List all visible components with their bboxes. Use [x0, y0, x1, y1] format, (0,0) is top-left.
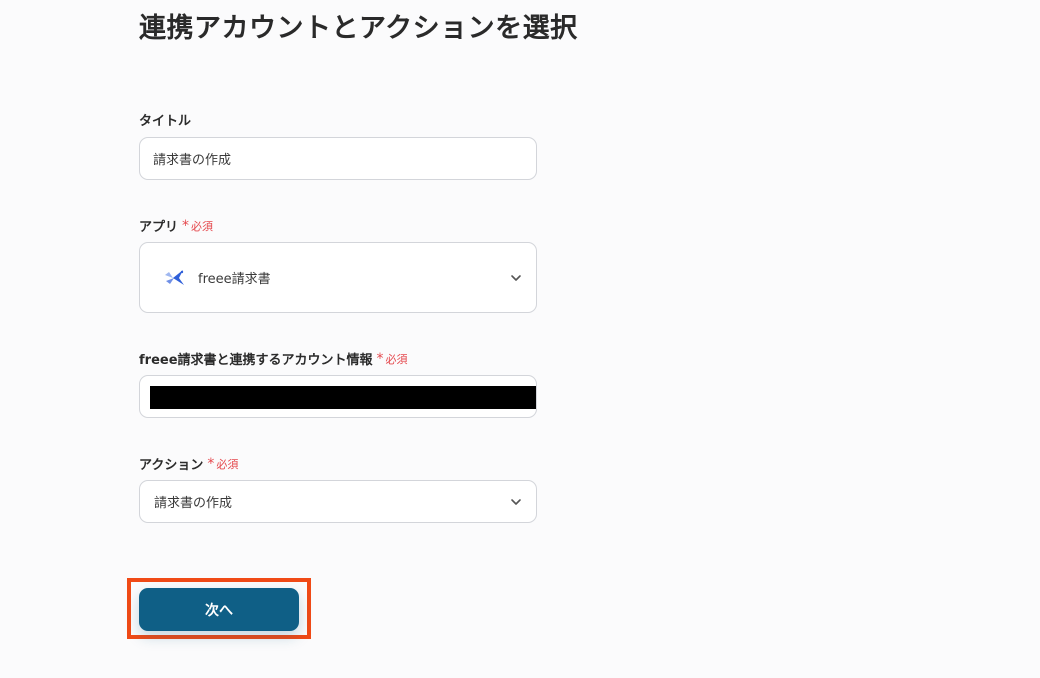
- chevron-down-icon[interactable]: [510, 496, 522, 508]
- account-select[interactable]: [139, 375, 537, 418]
- required-text: 必須: [191, 219, 214, 233]
- account-label-text: freee請求書と連携するアカウント情報: [139, 353, 373, 368]
- freee-invoice-logo-icon: [165, 269, 184, 285]
- required-badge: * 必須: [377, 351, 408, 367]
- required-asterisk: *: [376, 350, 384, 367]
- app-select-value: freee請求書: [198, 272, 271, 287]
- required-asterisk: *: [182, 217, 190, 234]
- app-select[interactable]: freee請求書: [139, 242, 537, 313]
- required-badge: * 必須: [182, 218, 213, 234]
- action-select-value: 請求書の作成: [154, 496, 233, 511]
- required-badge: * 必須: [207, 456, 238, 472]
- action-field-label: アクション * 必須: [139, 454, 238, 474]
- title-field-label: タイトル: [139, 110, 191, 129]
- page-title: 連携アカウントとアクションを選択: [139, 13, 578, 44]
- app-field-label: アプリ * 必須: [139, 216, 213, 236]
- title-input[interactable]: [140, 138, 536, 179]
- action-label-text: アクション: [139, 458, 204, 473]
- title-field[interactable]: [139, 137, 537, 180]
- redacted-account-info: [150, 386, 536, 409]
- chevron-down-icon[interactable]: [510, 272, 522, 284]
- required-asterisk: *: [207, 455, 215, 472]
- next-button[interactable]: 次へ: [139, 588, 299, 631]
- required-text: 必須: [216, 457, 239, 471]
- account-field-label: freee請求書と連携するアカウント情報 * 必須: [139, 349, 408, 369]
- action-select[interactable]: 請求書の作成: [139, 480, 537, 523]
- title-label-text: タイトル: [139, 114, 192, 129]
- app-label-text: アプリ: [139, 220, 179, 235]
- required-text: 必須: [385, 352, 408, 366]
